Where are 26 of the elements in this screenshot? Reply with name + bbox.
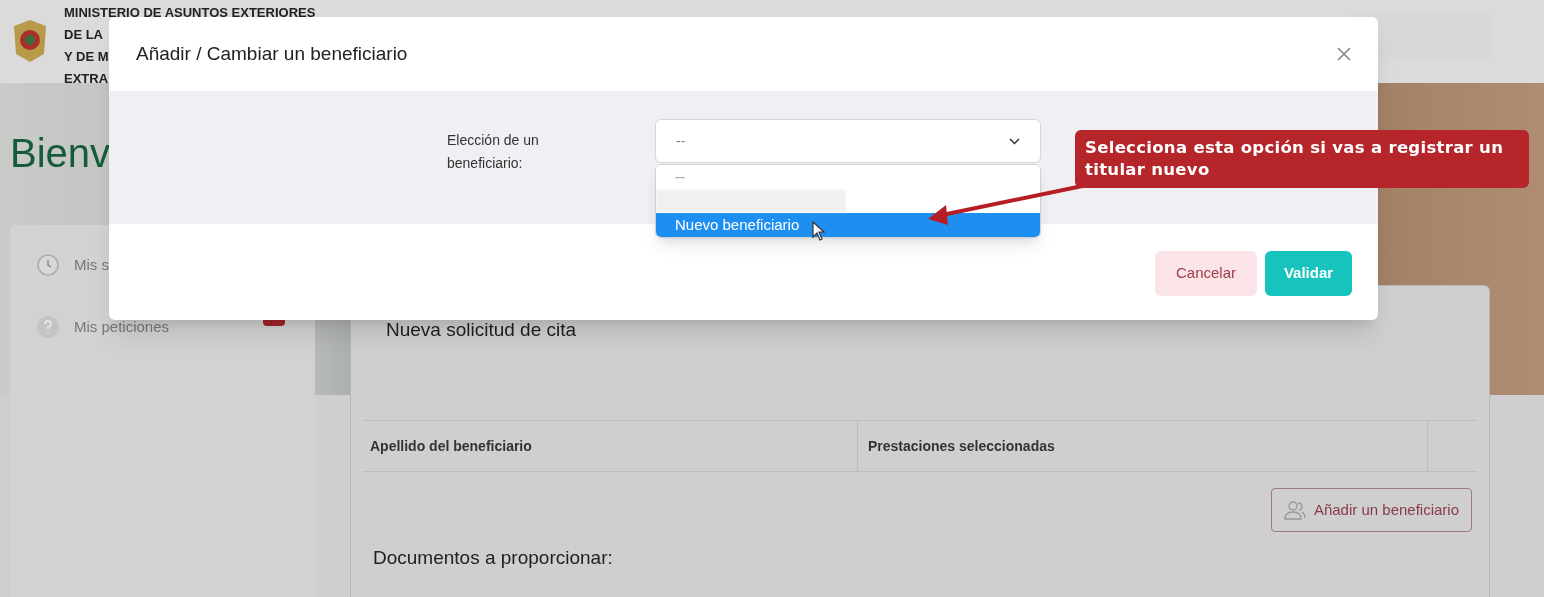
ministry-name-line: DE LA	[64, 26, 103, 44]
cancel-button[interactable]: Cancelar	[1155, 250, 1257, 296]
users-icon	[1283, 500, 1306, 520]
dropdown-option[interactable]: Nuevo beneficiario	[656, 213, 1040, 237]
welcome-heading: Bienv	[10, 130, 112, 177]
section-heading: Documentos a proporcionar:	[372, 546, 614, 570]
add-beneficiary-button[interactable]: Añadir un beneficiario	[1270, 488, 1472, 532]
close-icon[interactable]	[1337, 47, 1351, 61]
beneficiary-select[interactable]: --	[655, 119, 1041, 163]
ministry-name-line: MINISTERIO DE ASUNTOS EXTERIORES	[64, 4, 316, 22]
card-title: Nueva solicitud de cita	[385, 318, 578, 342]
select-value: --	[676, 131, 686, 151]
column-header: Prestaciones seleccionadas	[858, 421, 1428, 471]
question-icon	[36, 315, 60, 339]
annotation-callout: Selecciona esta opción si vas a registrar un titular nuevo	[1075, 130, 1529, 188]
sidebar-item[interactable]: Mis s	[74, 253, 109, 277]
validate-button[interactable]: Validar	[1265, 250, 1352, 296]
dialog-title: Añadir / Cambiar un beneficiario	[136, 41, 408, 66]
sidebar-item[interactable]: Mis peticiones	[74, 315, 170, 339]
clock-icon	[36, 253, 60, 277]
column-header: Apellido del beneficiario	[363, 421, 858, 471]
chevron-down-icon	[1009, 137, 1020, 145]
field-label: Elección de un beneficiario:	[447, 131, 540, 173]
dropdown-option[interactable]	[656, 189, 1040, 213]
ministry-name-line: EXTRA	[64, 70, 109, 88]
ministry-name-line: Y DE M	[64, 48, 109, 66]
